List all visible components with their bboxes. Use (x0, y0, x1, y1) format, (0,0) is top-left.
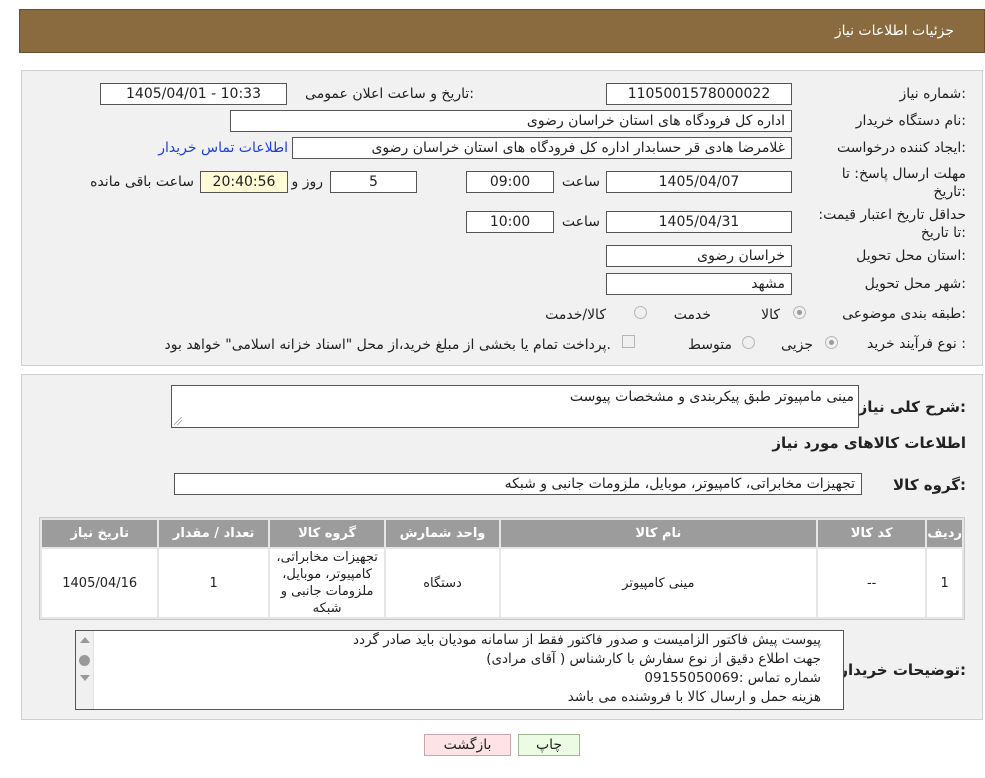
page-title: جزئیات اطلاعات نیاز (834, 23, 954, 39)
category-radio-goods[interactable] (793, 306, 806, 319)
validity-date-field: 1405/04/31 (606, 211, 792, 233)
back-button[interactable]: بازگشت (424, 734, 511, 756)
process-option-minor: جزیی (781, 337, 813, 353)
goods-table-header: ردیف کد کالا نام کالا واحد شمارش گروه کا… (42, 520, 962, 547)
deadline-label: مهلت ارسال پاسخ: تا تاریخ: (841, 166, 966, 200)
city-label: شهر محل تحویل: (864, 276, 966, 292)
col-qty: تعداد / مقدار (159, 520, 268, 547)
col-unit: واحد شمارش (386, 520, 499, 547)
announce-datetime-field: 1405/04/01 - 10:33 (100, 83, 287, 105)
days-field: 5 (330, 171, 417, 193)
announce-datetime-label: تاریخ و ساعت اعلان عمومی: (305, 86, 474, 102)
creator-field: غلامرضا هادی قر حسابدار اداره کل فرودگاه… (292, 137, 792, 159)
validity-label: حداقل تاریخ اعتبار قیمت: تا تاریخ: (818, 207, 966, 241)
buyer-note-line: جهت اطلاع دقیق از نوع سفارش با کارشناس (… (486, 651, 821, 667)
buyer-note-line: هزینه حمل و ارسال کالا با فروشنده می باش… (567, 689, 821, 705)
buyer-contact-link[interactable]: اطلاعات تماس خریدار (158, 140, 288, 156)
scroll-up-arrow-icon[interactable] (80, 637, 90, 643)
goods-info-title: اطلاعات کالاهای مورد نیاز (772, 434, 966, 452)
scroll-down-arrow-icon[interactable] (80, 675, 90, 681)
scroll-thumb[interactable] (79, 655, 90, 666)
buyer-notes-textarea[interactable]: پیوست پیش فاکتور الزامیست و صدور فاکتور … (75, 630, 844, 710)
treasury-payment-note: پرداخت تمام یا بخشی از مبلغ خرید،از محل … (164, 337, 611, 353)
cell-name: مینی کامپیوتر (500, 549, 816, 617)
cell-row: 1 (927, 549, 962, 617)
buyer-note-line: شماره تماس :09155050069 (644, 670, 821, 686)
buyer-org-field: اداره کل فرودگاه های استان خراسان رضوی (230, 110, 792, 132)
category-radio-service[interactable] (634, 306, 647, 319)
category-option-service: خدمت (673, 307, 711, 323)
buyer-notes-label: توضیحات خریدار: (839, 661, 966, 679)
cell-code: -- (817, 549, 926, 617)
category-label: طبقه بندی موضوعی: (842, 306, 966, 322)
category-option-goods: کالا (761, 307, 780, 323)
province-field: خراسان رضوی (606, 245, 792, 267)
cell-group: تجهیزات مخابراتی، کامپیوتر، موبایل، ملزو… (269, 549, 385, 617)
summary-textarea[interactable]: مینی مامپیوتر طبق پیکربندی و مشخصات پیوس… (171, 385, 859, 428)
table-row: 1 -- مینی کامپیوتر دستگاه تجهیزات مخابرا… (42, 549, 962, 617)
buyer-note-line: پیوست پیش فاکتور الزامیست و صدور فاکتور … (353, 632, 821, 648)
summary-label: شرح کلی نیاز: (858, 398, 966, 416)
process-option-medium: متوسط (688, 337, 732, 353)
cell-unit: دستگاه (386, 549, 499, 617)
notes-scrollbar[interactable] (76, 631, 94, 709)
remaining-time-field: 20:40:56 (200, 171, 288, 193)
col-date: تاریخ نیاز (42, 520, 158, 547)
treasury-payment-checkbox[interactable] (622, 335, 635, 348)
page-header: جزئیات اطلاعات نیاز (19, 9, 985, 53)
process-radio-medium[interactable] (742, 336, 755, 349)
validity-time-field: 10:00 (466, 211, 554, 233)
need-number-field: 1105001578000022 (606, 83, 792, 105)
days-label: روز و (291, 174, 324, 190)
need-number-label: شماره نیاز: (899, 86, 966, 102)
deadline-date-field: 1405/04/07 (606, 171, 792, 193)
creator-label: ایجاد کننده درخواست: (837, 140, 966, 156)
goods-table: ردیف کد کالا نام کالا واحد شمارش گروه کا… (39, 517, 965, 620)
goods-group-label: گروه کالا: (893, 476, 966, 494)
process-radio-minor[interactable] (825, 336, 838, 349)
validity-time-label: ساعت (561, 214, 600, 230)
province-label: استان محل تحویل: (856, 248, 966, 264)
col-group: گروه کالا (269, 520, 385, 547)
cell-qty: 1 (159, 549, 268, 617)
print-button[interactable]: چاپ (518, 734, 580, 756)
summary-text: مینی مامپیوتر طبق پیکربندی و مشخصات پیوس… (569, 389, 854, 405)
resize-handle[interactable] (174, 417, 182, 425)
city-field: مشهد (606, 273, 792, 295)
col-code: کد کالا (817, 520, 926, 547)
deadline-time-field: 09:00 (466, 171, 554, 193)
goods-group-field: تجهیزات مخابراتی، کامپیوتر، موبایل، ملزو… (174, 473, 862, 495)
col-name: نام کالا (500, 520, 816, 547)
deadline-time-label: ساعت (561, 174, 600, 190)
category-option-goods-service: کالا/خدمت (545, 307, 606, 323)
buyer-org-label: نام دستگاه خریدار: (855, 113, 966, 129)
remaining-time-label: ساعت باقی مانده (90, 174, 194, 190)
process-label: نوع فرآیند خرید : (867, 336, 966, 352)
col-row: ردیف (927, 520, 962, 547)
cell-date: 1405/04/16 (42, 549, 158, 617)
